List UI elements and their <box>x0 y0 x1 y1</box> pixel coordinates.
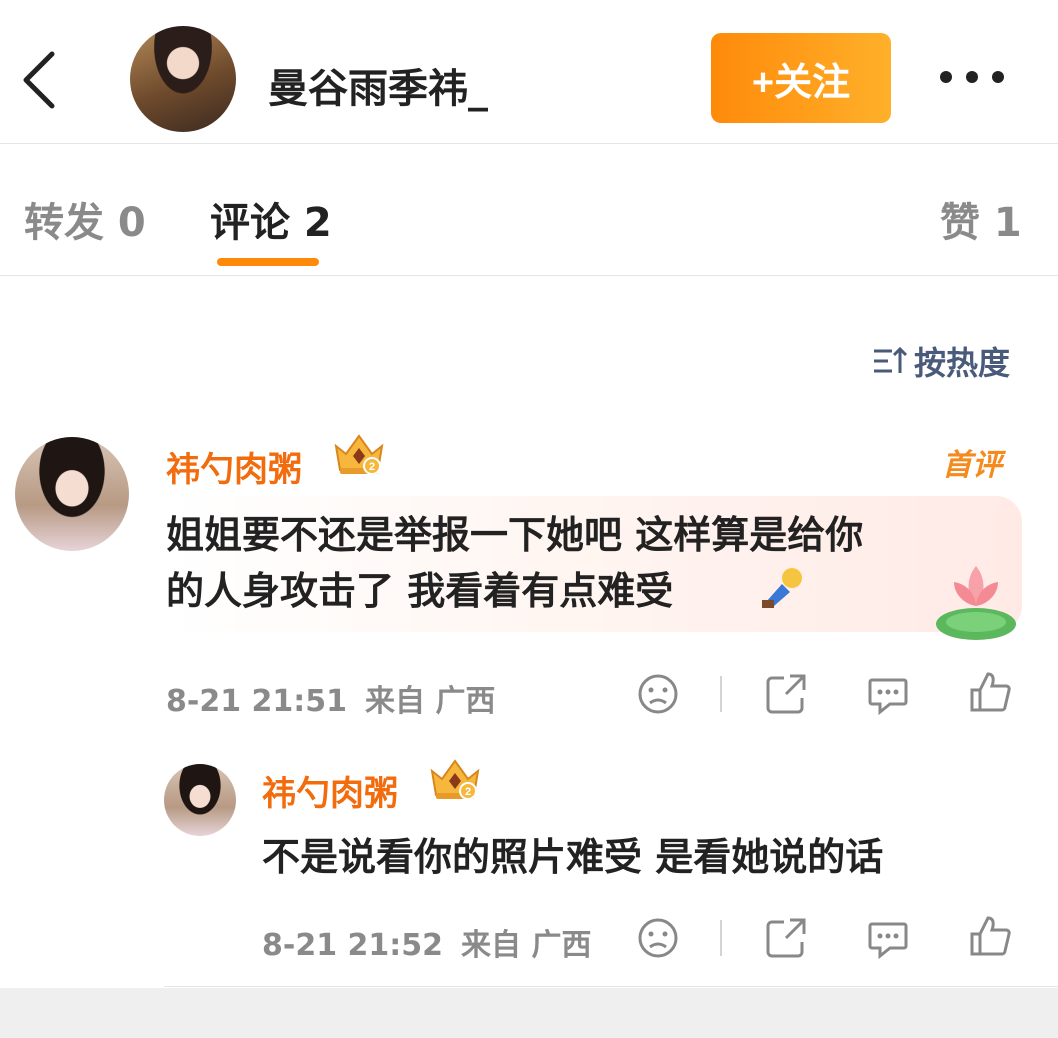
tab-likes[interactable]: 赞 1 <box>940 190 1022 248</box>
tab-comments[interactable]: 评论 2 <box>210 190 332 248</box>
back-arrow-icon[interactable] <box>18 50 62 110</box>
reply-meta: 8-21 21:52 来自 广西 <box>262 920 591 964</box>
comment-text-line2: 的人身攻击了 我看着有点难受 <box>166 569 674 613</box>
first-comment-badge: 首评 <box>942 448 1002 483</box>
kneeling-emoji-icon <box>762 568 802 608</box>
svg-text:2: 2 <box>465 786 471 798</box>
share-icon[interactable] <box>764 916 808 960</box>
reply-comment-icon[interactable] <box>866 672 910 716</box>
reply-date: 8-21 21:52 <box>262 928 444 963</box>
reply-location: 来自 广西 <box>461 928 592 963</box>
sort-label: 按热度 <box>914 344 1011 382</box>
vip-crown-icon: 2 <box>430 759 480 800</box>
header-divider <box>0 143 1058 144</box>
comment-text-line1: 姐姐要不还是举报一下她吧 这样算是给你 <box>166 513 864 557</box>
reply-username[interactable]: 祎勺肉粥 <box>262 766 398 815</box>
sort-icon <box>874 346 908 373</box>
more-options-icon[interactable] <box>940 60 1020 94</box>
commenter-avatar[interactable] <box>15 437 129 551</box>
reply-text: 不是说看你的照片难受 是看她说的话 <box>262 835 884 879</box>
dislike-emoji-icon[interactable] <box>636 672 680 716</box>
tab-reposts[interactable]: 转发 0 <box>24 190 146 248</box>
action-separator <box>720 920 722 956</box>
reply-comment-icon[interactable] <box>866 916 910 960</box>
comment-location: 来自 广西 <box>365 684 496 719</box>
profile-name[interactable]: 曼谷雨季祎_ <box>268 56 488 114</box>
follow-button[interactable]: +关注 <box>711 33 891 123</box>
like-thumb-icon[interactable] <box>968 914 1012 958</box>
action-separator <box>720 676 722 712</box>
share-icon[interactable] <box>764 672 808 716</box>
comment-date: 8-21 21:51 <box>166 684 348 719</box>
sort-button[interactable]: 按热度 <box>872 338 1010 384</box>
vip-crown-icon: 2 <box>334 434 384 475</box>
active-tab-indicator <box>217 258 319 266</box>
dislike-emoji-icon[interactable] <box>636 916 680 960</box>
comment-meta: 8-21 21:51 来自 广西 <box>166 676 495 720</box>
lotus-decoration-icon <box>936 566 1016 640</box>
commenter-name[interactable]: 祎勺肉粥 <box>166 442 302 491</box>
svg-text:2: 2 <box>369 461 375 473</box>
tabs-divider <box>0 275 1058 276</box>
profile-avatar[interactable] <box>130 26 236 132</box>
comments-end-divider <box>164 986 1058 987</box>
reply-avatar[interactable] <box>164 764 236 836</box>
footer-area <box>0 988 1058 1038</box>
like-thumb-icon[interactable] <box>968 670 1012 714</box>
